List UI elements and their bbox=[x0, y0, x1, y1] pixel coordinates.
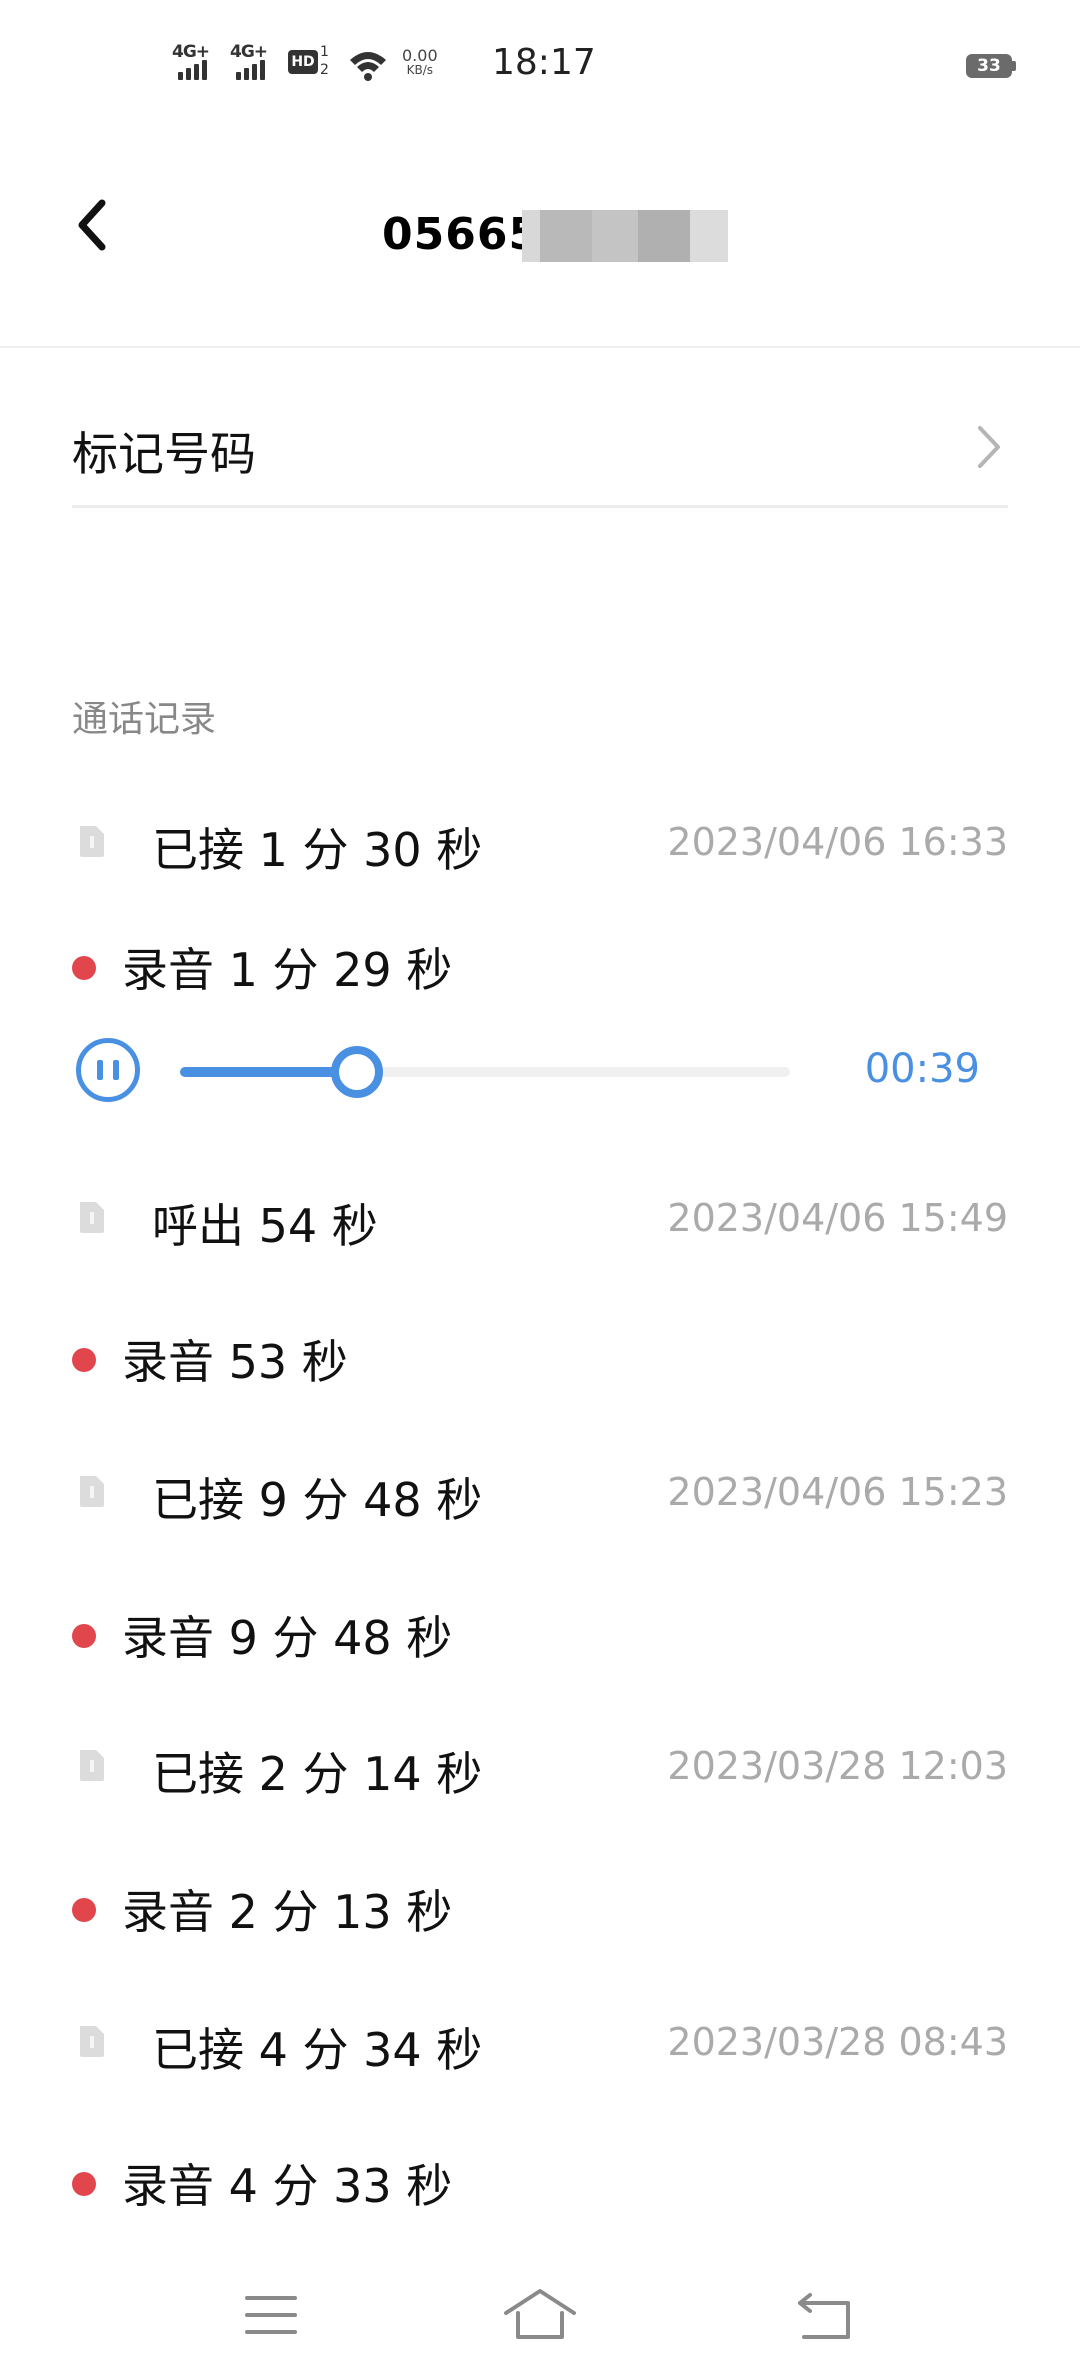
menu-icon bbox=[245, 2296, 297, 2334]
mark-number-label: 标记号码 bbox=[72, 427, 256, 481]
call-log-entry[interactable]: 已接 2 分 14 秒 2023/03/28 12:03 bbox=[72, 1724, 1008, 1814]
recording-duration: 录音 9 分 48 秒 bbox=[122, 1611, 453, 1665]
recording-entry[interactable]: 录音 4 分 33 秒 bbox=[72, 2136, 1008, 2226]
sim-card-icon bbox=[80, 1476, 104, 1507]
back-button[interactable] bbox=[62, 190, 122, 260]
sim-card-icon bbox=[80, 1750, 104, 1781]
nav-back-button[interactable] bbox=[775, 2280, 875, 2350]
redacted-number-mosaic bbox=[522, 210, 728, 262]
return-icon bbox=[798, 2293, 850, 2339]
call-date: 2023/04/06 15:23 bbox=[667, 1470, 1008, 1514]
playback-time: 00:39 bbox=[864, 1046, 980, 1092]
sim-card-icon bbox=[80, 1202, 104, 1233]
recording-duration: 录音 4 分 33 秒 bbox=[122, 2159, 453, 2213]
mark-number-row[interactable]: 标记号码 bbox=[72, 388, 1008, 508]
nav-home-button[interactable] bbox=[490, 2280, 590, 2350]
call-log-header: 通话记录 bbox=[72, 699, 217, 740]
recording-duration: 录音 2 分 13 秒 bbox=[122, 1885, 453, 1939]
call-date: 2023/03/28 08:43 bbox=[667, 2020, 1008, 2064]
call-log-entry[interactable]: 已接 1 分 30 秒 2023/04/06 16:33 bbox=[72, 800, 1008, 890]
call-log-entry[interactable]: 已接 9 分 48 秒 2023/04/06 15:23 bbox=[72, 1450, 1008, 1540]
network-speed: 0.00 KB/s bbox=[402, 46, 438, 78]
playback-slider-thumb[interactable] bbox=[330, 1046, 383, 1098]
status-bar: 4G+ 4G+ HD 1 2 0.00 KB/s 18:17 33 bbox=[0, 0, 1080, 130]
call-log-entry[interactable]: 已接 4 分 34 秒 2023/03/28 08:43 bbox=[72, 2000, 1008, 2090]
call-date: 2023/04/06 16:33 bbox=[667, 820, 1008, 864]
title-bar: 05665 bbox=[0, 130, 1080, 348]
recording-entry[interactable]: 录音 9 分 48 秒 bbox=[72, 1588, 1008, 1678]
call-type-duration: 已接 9 分 48 秒 bbox=[152, 1473, 483, 1527]
phone-number: 05665 bbox=[382, 209, 541, 260]
recording-entry[interactable]: 录音 1 分 29 秒 bbox=[72, 920, 1008, 1010]
recording-dot-icon bbox=[72, 956, 96, 980]
recording-dot-icon bbox=[72, 1898, 96, 1922]
call-date: 2023/04/06 15:49 bbox=[667, 1196, 1008, 1240]
recording-dot-icon bbox=[72, 2172, 96, 2196]
back-arrow-icon bbox=[78, 199, 106, 251]
status-time: 18:17 bbox=[492, 42, 596, 83]
call-log-entry[interactable]: 呼出 54 秒 2023/04/06 15:49 bbox=[72, 1176, 1008, 1266]
system-navigation-bar bbox=[0, 2250, 1080, 2376]
chevron-right-icon bbox=[978, 426, 1000, 468]
recording-player: 00:39 bbox=[72, 1032, 1008, 1112]
sim-card-icon bbox=[80, 826, 104, 857]
nav-menu-button[interactable] bbox=[221, 2280, 321, 2350]
recording-dot-icon bbox=[72, 1624, 96, 1648]
pause-button[interactable] bbox=[76, 1038, 140, 1102]
playback-progress-bar[interactable] bbox=[180, 1046, 790, 1098]
call-type-duration: 已接 1 分 30 秒 bbox=[152, 823, 483, 877]
battery-icon: 33 bbox=[966, 54, 1016, 78]
wifi-icon bbox=[350, 52, 386, 81]
recording-entry[interactable]: 录音 2 分 13 秒 bbox=[72, 1862, 1008, 1952]
signal-1-icon: 4G+ bbox=[172, 40, 216, 86]
signal-2-icon: 4G+ bbox=[230, 40, 274, 86]
status-indicators: 4G+ 4G+ HD 1 2 0.00 KB/s bbox=[172, 40, 438, 90]
call-detail-screen: 4G+ 4G+ HD 1 2 0.00 KB/s 18:17 33 05665 … bbox=[0, 0, 1080, 2376]
call-type-duration: 已接 2 分 14 秒 bbox=[152, 1747, 483, 1801]
call-type-duration: 已接 4 分 34 秒 bbox=[152, 2023, 483, 2077]
call-date: 2023/03/28 12:03 bbox=[667, 1744, 1008, 1788]
call-type-duration: 呼出 54 秒 bbox=[152, 1199, 378, 1253]
recording-duration: 录音 1 分 29 秒 bbox=[122, 943, 453, 997]
recording-entry[interactable]: 录音 53 秒 bbox=[72, 1312, 1008, 1402]
sim-card-icon bbox=[80, 2026, 104, 2057]
recording-dot-icon bbox=[72, 1348, 96, 1372]
recording-duration: 录音 53 秒 bbox=[122, 1335, 348, 1389]
home-icon bbox=[504, 2289, 576, 2339]
hd-voice-icon: HD 1 2 bbox=[288, 40, 334, 86]
